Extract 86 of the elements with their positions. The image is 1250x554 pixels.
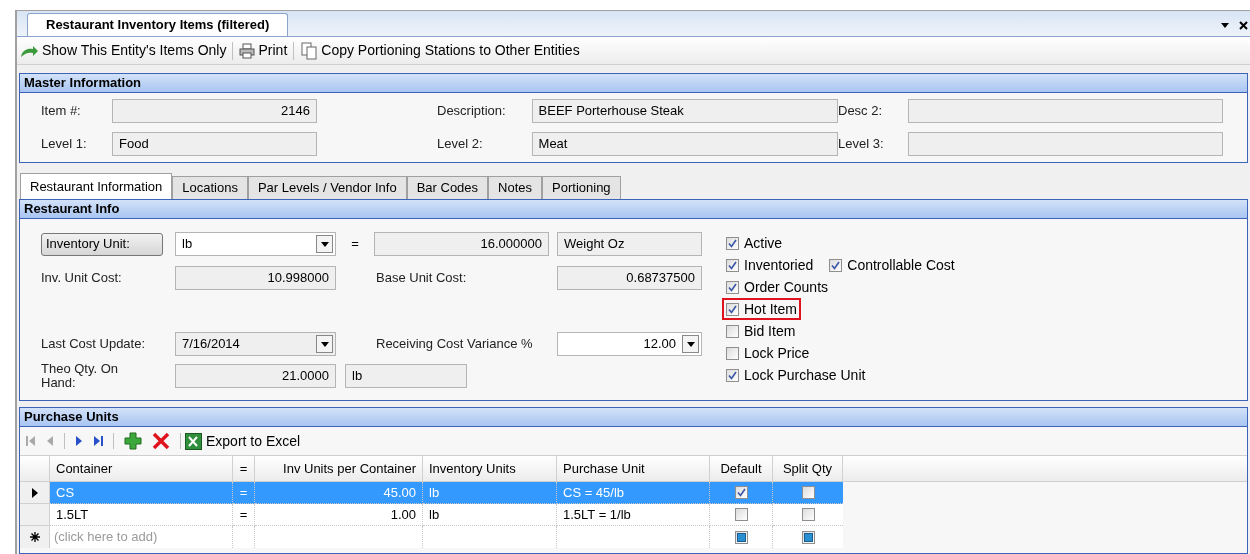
section-header: Purchase Units xyxy=(20,408,1247,427)
text-field[interactable]: 21.0000 xyxy=(175,364,336,388)
spreadsheet-icon xyxy=(185,432,202,450)
checkbox-option[interactable]: Order Counts xyxy=(722,276,833,298)
tab[interactable]: Locations xyxy=(172,176,248,199)
inventory-unit-button[interactable]: Inventory Unit: xyxy=(41,232,163,256)
text-field[interactable]: Meat xyxy=(531,132,838,156)
checkbox[interactable] xyxy=(829,258,843,272)
checkbox[interactable] xyxy=(726,324,739,338)
field-label: Base Unit Cost: xyxy=(376,269,468,288)
checkbox[interactable] xyxy=(726,368,739,382)
checkbox[interactable] xyxy=(734,530,748,544)
printer-icon xyxy=(239,42,256,59)
field-label: Level 2: xyxy=(436,135,484,154)
column-header[interactable]: Purchase Unit xyxy=(557,456,710,481)
row-header[interactable] xyxy=(20,526,50,548)
text-field[interactable]: 10.998000 xyxy=(175,266,336,290)
tab[interactable]: Par Levels / Vendor Info xyxy=(247,176,407,199)
tab[interactable]: Notes xyxy=(488,176,543,199)
field-label: Inv. Unit Cost: xyxy=(41,269,123,288)
field-label: Theo Qty. On Hand: xyxy=(41,362,120,390)
field-label: Level 3: xyxy=(838,135,885,154)
text-field[interactable]: Weight Oz xyxy=(557,232,702,256)
checkbox[interactable] xyxy=(734,486,748,499)
column-header[interactable]: = xyxy=(233,456,255,481)
text-field[interactable]: 2146 xyxy=(112,99,317,123)
checkbox-option[interactable]: Lock Purchase Unit xyxy=(722,364,870,386)
equals-sign: = xyxy=(350,235,360,254)
add-icon[interactable] xyxy=(124,432,142,450)
checkbox-option[interactable]: Controllable Cost xyxy=(825,254,959,276)
column-header[interactable]: Inventory Units xyxy=(423,456,557,481)
dropdown-arrow-icon[interactable] xyxy=(1221,23,1229,28)
section-header: Master Information xyxy=(20,74,1247,93)
checkbox-option[interactable]: Lock Price xyxy=(722,342,814,364)
text-field[interactable]: 16.000000 xyxy=(374,232,549,256)
column-header[interactable]: Default xyxy=(710,456,773,481)
field-label: Item #: xyxy=(40,102,82,121)
section-header: Restaurant Info xyxy=(20,200,1247,219)
tab[interactable]: Bar Codes xyxy=(406,176,489,199)
text-field[interactable]: Food xyxy=(112,132,317,156)
field-label: Desc 2: xyxy=(838,102,884,121)
export-to-excel-button[interactable]: Export to Excel xyxy=(185,430,301,452)
column-header[interactable]: Inv Units per Container xyxy=(255,456,423,481)
toolbar-button[interactable]: Copy Portioning Stations to Other Entities xyxy=(300,40,580,61)
last-record-icon[interactable] xyxy=(93,435,103,447)
text-field[interactable]: 0.68737500 xyxy=(557,266,702,290)
grid-row[interactable]: 1.5LT = 1.00 lb 1.5LT = 1/lb xyxy=(20,504,843,526)
toolbar-button[interactable]: Show This Entity's Items Only xyxy=(19,40,227,61)
checkbox-option[interactable]: Inventoried xyxy=(722,254,818,276)
checkbox[interactable] xyxy=(734,508,748,521)
dropdown-field[interactable]: lb xyxy=(175,232,336,256)
dropdown-field[interactable]: 12.00 xyxy=(557,332,702,356)
delete-icon[interactable] xyxy=(152,432,170,450)
checkbox[interactable] xyxy=(726,302,739,316)
checkbox[interactable] xyxy=(801,530,815,544)
close-icon[interactable] xyxy=(1239,21,1248,30)
checkbox[interactable] xyxy=(726,280,739,294)
checkbox[interactable] xyxy=(801,486,815,499)
checkbox-option[interactable]: Hot Item xyxy=(722,298,801,320)
text-field[interactable]: lb xyxy=(345,364,467,388)
column-header[interactable]: Container xyxy=(50,456,233,481)
asterisk-icon xyxy=(29,532,40,542)
checkbox[interactable] xyxy=(726,346,739,360)
text-field[interactable] xyxy=(908,132,1223,156)
checkbox[interactable] xyxy=(801,508,815,521)
field-label: Level 1: xyxy=(40,135,88,154)
tab[interactable]: Portioning xyxy=(542,176,621,199)
document-tab[interactable]: Restaurant Inventory Items (filtered) xyxy=(27,13,289,36)
row-header[interactable] xyxy=(20,482,50,504)
row-pointer-icon xyxy=(31,487,38,498)
field-label: Receiving Cost Variance % xyxy=(376,335,534,354)
next-record-icon[interactable] xyxy=(75,435,83,447)
field-label: Description: xyxy=(436,102,507,121)
copy-icon xyxy=(300,41,319,60)
curved-arrow-icon xyxy=(19,43,39,58)
toolbar-button[interactable]: Print xyxy=(239,40,288,61)
checkbox[interactable] xyxy=(726,258,739,272)
field-label: Last Cost Update: xyxy=(41,335,147,354)
text-field[interactable]: BEEF Porterhouse Steak xyxy=(531,99,838,123)
tab[interactable]: Restaurant Information xyxy=(20,173,173,199)
checkbox-option[interactable]: Active xyxy=(722,232,787,254)
text-field[interactable] xyxy=(908,99,1223,123)
checkbox[interactable] xyxy=(726,236,739,250)
checkbox-option[interactable]: Bid Item xyxy=(722,320,800,342)
column-header[interactable]: Split Qty xyxy=(773,456,843,481)
dropdown-field[interactable]: 7/16/2014 xyxy=(175,332,336,356)
